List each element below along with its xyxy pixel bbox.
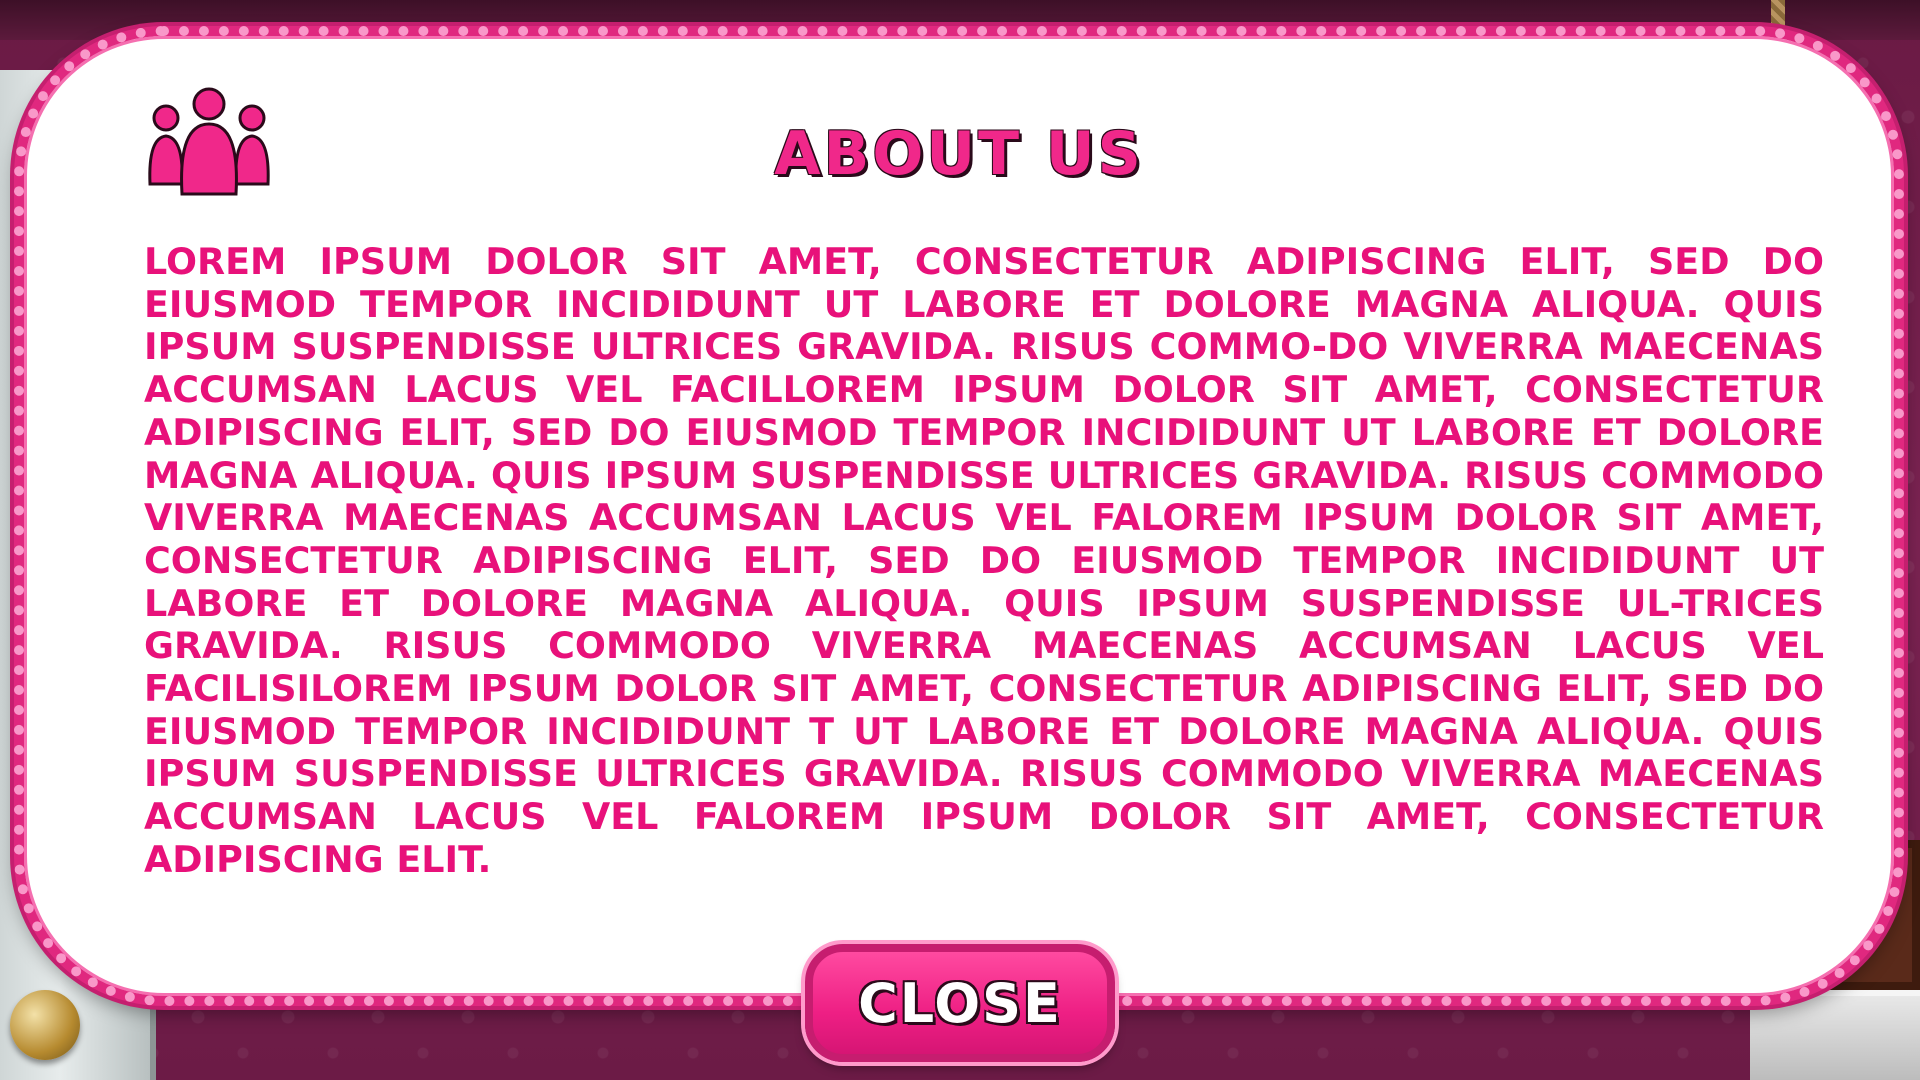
dialog-title: ABOUT US — [774, 119, 1144, 189]
about-body-text: LOREM IPSUM DOLOR SIT AMET, CONSECTETUR … — [144, 241, 1824, 881]
about-us-dialog: ABOUT US LOREM IPSUM DOLOR SIT AMET, CON… — [14, 26, 1904, 1006]
close-button[interactable]: CLOSE — [805, 944, 1115, 1062]
door-knob — [10, 990, 80, 1060]
close-button-label: CLOSE — [858, 971, 1062, 1035]
